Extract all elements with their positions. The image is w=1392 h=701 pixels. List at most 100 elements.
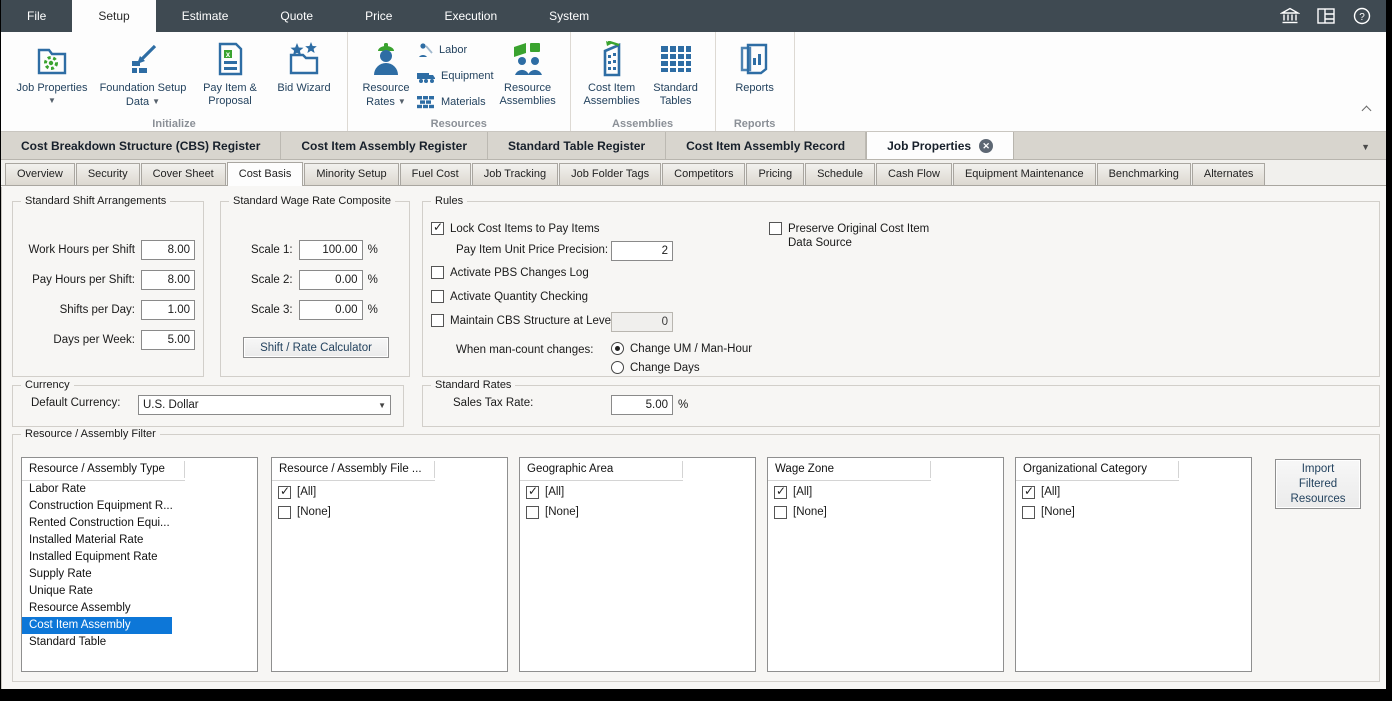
days-per-week-field[interactable]: 5.00 (141, 330, 195, 350)
activate-quantity-checking-label: Activate Quantity Checking (450, 291, 588, 303)
list-item[interactable]: Resource Assembly (22, 600, 257, 617)
wage-zone-header[interactable]: Wage Zone (768, 458, 1003, 481)
resource-assemblies-button[interactable]: Resource Assemblies (494, 37, 562, 108)
geographic-area-header[interactable]: Geographic Area (520, 458, 755, 481)
close-tab-icon[interactable] (979, 139, 993, 153)
layout-grid-icon[interactable] (1316, 6, 1336, 26)
standard-tables-button[interactable]: Standard Tables (645, 37, 707, 108)
list-item[interactable]: Unique Rate (22, 583, 257, 600)
maintain-cbs-structure-checkbox[interactable] (431, 314, 444, 327)
doc-tab-standard-table-register[interactable]: Standard Table Register (488, 132, 666, 159)
filter-option-all[interactable]: [All] (520, 483, 755, 501)
list-item[interactable]: Installed Equipment Rate (22, 549, 257, 566)
doc-tab-cbs-register[interactable]: Cost Breakdown Structure (CBS) Register (1, 132, 281, 159)
doc-tab-job-properties[interactable]: Job Properties (866, 132, 1014, 159)
change-days-label: Change Days (630, 362, 700, 374)
preserve-original-checkbox[interactable] (769, 222, 782, 235)
doc-tab-job-properties-label: Job Properties (887, 139, 971, 153)
tab-fuel-cost[interactable]: Fuel Cost (400, 163, 471, 185)
import-filtered-resources-button[interactable]: Import Filtered Resources (1275, 459, 1361, 509)
tab-pricing[interactable]: Pricing (746, 163, 804, 185)
tab-minority-setup[interactable]: Minority Setup (304, 163, 398, 185)
menu-execution[interactable]: Execution (418, 0, 523, 32)
list-item[interactable]: Supply Rate (22, 566, 257, 583)
tab-cost-basis[interactable]: Cost Basis (227, 162, 304, 186)
filter-option-none[interactable]: [None] (768, 503, 1003, 521)
doc-tab-cost-item-assembly-register[interactable]: Cost Item Assembly Register (281, 132, 488, 159)
labor-button[interactable]: Labor (416, 41, 494, 59)
list-item[interactable]: Rented Construction Equi... (22, 515, 257, 532)
all-checkbox[interactable] (774, 486, 787, 499)
tab-job-tracking[interactable]: Job Tracking (472, 163, 558, 185)
tab-cover-sheet[interactable]: Cover Sheet (141, 163, 226, 185)
none-checkbox[interactable] (1022, 506, 1035, 519)
activate-pbs-changes-log-checkbox[interactable] (431, 266, 444, 279)
menu-price[interactable]: Price (339, 0, 418, 32)
menu-setup[interactable]: Setup (72, 0, 155, 32)
shifts-per-day-field[interactable]: 1.00 (141, 300, 195, 320)
list-item[interactable]: Construction Equipment R... (22, 498, 257, 515)
scale-2-field[interactable]: 0.00 (299, 270, 363, 290)
resource-rates-button[interactable]: Resource Rates (356, 37, 416, 109)
tab-overview[interactable]: Overview (5, 163, 75, 185)
filter-option-all[interactable]: [All] (1016, 483, 1251, 501)
list-item[interactable]: Standard Table (22, 634, 257, 651)
all-checkbox[interactable] (1022, 486, 1035, 499)
tab-list-dropdown-icon[interactable] (1361, 142, 1370, 152)
reports-button[interactable]: Reports (724, 37, 786, 95)
pay-item-precision-field[interactable]: 2 (611, 241, 673, 261)
tab-equipment-maintenance[interactable]: Equipment Maintenance (953, 163, 1096, 185)
tab-schedule[interactable]: Schedule (805, 163, 875, 185)
bid-wizard-button[interactable]: Bid Wizard (269, 37, 339, 95)
menu-estimate[interactable]: Estimate (156, 0, 255, 32)
filter-option-none[interactable]: [None] (1016, 503, 1251, 521)
shift-rate-calculator-button[interactable]: Shift / Rate Calculator (243, 337, 389, 358)
pay-item-proposal-button[interactable]: x Pay Item & Proposal (191, 37, 269, 108)
filter-option-all[interactable]: [All] (272, 483, 507, 501)
change-days-radio[interactable] (611, 361, 624, 374)
job-properties-button[interactable]: Job Properties (9, 37, 95, 105)
tab-job-folder-tags[interactable]: Job Folder Tags (559, 163, 661, 185)
all-checkbox[interactable] (278, 486, 291, 499)
labor-icon (416, 42, 434, 58)
activate-quantity-checking-checkbox[interactable] (431, 290, 444, 303)
list-item-selected[interactable]: Cost Item Assembly (22, 617, 172, 634)
scale-3-field[interactable]: 0.00 (299, 300, 363, 320)
filter-option-none[interactable]: [None] (520, 503, 755, 521)
tab-alternates[interactable]: Alternates (1192, 163, 1266, 185)
tab-competitors[interactable]: Competitors (662, 163, 745, 185)
collapse-ribbon-icon[interactable] (1362, 105, 1372, 113)
list-item[interactable]: Installed Material Rate (22, 532, 257, 549)
equipment-button[interactable]: Equipment (416, 67, 494, 85)
change-um-man-hour-radio[interactable] (611, 342, 624, 355)
sales-tax-rate-field[interactable]: 5.00 (611, 395, 673, 415)
pay-hours-per-shift-field[interactable]: 8.00 (141, 270, 195, 290)
resource-assembly-type-header[interactable]: Resource / Assembly Type (22, 458, 257, 481)
cost-item-assemblies-button[interactable]: Cost Item Assemblies (579, 37, 645, 108)
tab-cash-flow[interactable]: Cash Flow (876, 163, 952, 185)
tab-benchmarking[interactable]: Benchmarking (1097, 163, 1191, 185)
filter-option-none[interactable]: [None] (272, 503, 507, 521)
doc-tab-cost-item-assembly-record[interactable]: Cost Item Assembly Record (666, 132, 866, 159)
none-checkbox[interactable] (278, 506, 291, 519)
materials-button[interactable]: Materials (416, 93, 494, 111)
scale-1-field[interactable]: 100.00 (299, 240, 363, 260)
bank-icon[interactable] (1280, 6, 1300, 26)
organizational-category-header[interactable]: Organizational Category (1016, 458, 1251, 481)
help-icon[interactable]: ? (1352, 6, 1372, 26)
menu-system[interactable]: System (523, 0, 615, 32)
chevron-down-icon (48, 96, 56, 105)
default-currency-select[interactable]: U.S. Dollar (138, 395, 391, 415)
none-checkbox[interactable] (774, 506, 787, 519)
menu-quote[interactable]: Quote (254, 0, 339, 32)
menu-file[interactable]: File (1, 0, 72, 32)
all-checkbox[interactable] (526, 486, 539, 499)
tab-security[interactable]: Security (76, 163, 140, 185)
lock-cost-items-checkbox[interactable] (431, 222, 444, 235)
none-checkbox[interactable] (526, 506, 539, 519)
work-hours-per-shift-field[interactable]: 8.00 (141, 240, 195, 260)
foundation-setup-data-button[interactable]: Foundation Setup Data (95, 37, 191, 109)
list-item[interactable]: Labor Rate (22, 481, 257, 498)
filter-option-all[interactable]: [All] (768, 483, 1003, 501)
resource-assembly-file-header[interactable]: Resource / Assembly File ... (272, 458, 507, 481)
